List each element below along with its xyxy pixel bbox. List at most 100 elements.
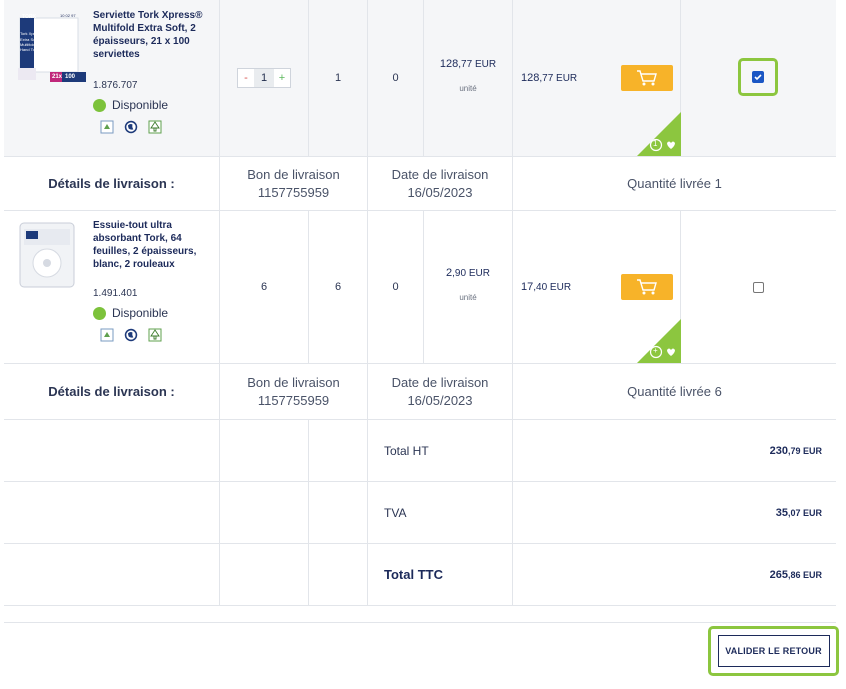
product-reference: 1.876.707 [93,80,138,91]
availability-label: Disponible [112,98,169,112]
unit-price-cell: 2,90 EUR unité [424,211,513,363]
empty-cell [220,544,309,605]
total-ht-value: 230,79 EUR [769,444,822,457]
delivery-bon-cell: Bon de livraison 1157755959 [220,157,368,210]
ordered-qty-cell: 1 [309,0,368,156]
availability-status: Disponible [93,306,168,320]
select-cell [681,211,836,363]
favorite-button[interactable]: 1 [637,112,681,156]
unit-price-cell: 128,77 EUR unité [424,0,513,156]
bon-number: 1157755959 [257,392,330,408]
total-ttc-label-cell: Total TTC [368,544,513,605]
quantity-value[interactable]: 1 [254,69,274,87]
certification-icons [100,120,162,134]
empty-cell [220,482,309,543]
favorite-button[interactable]: + [637,319,681,363]
quantity-cell: - 1 + [220,0,309,156]
bon-label: Bon de livraison [247,374,340,390]
quantity-cell: 6 [220,211,309,363]
delivery-label-cell: Détails de livraison : [4,364,220,419]
ordered-qty: 1 [334,72,342,84]
product-info-cell: TORK 10 02 97 Tork Xpress Extra Soft Mul… [4,0,220,156]
unit-label: unité [459,292,477,302]
select-checkbox[interactable] [752,71,764,83]
ordered-qty-cell: 6 [309,211,368,363]
total-ht-label: Total HT [384,443,429,458]
thumb-line: Tork Xpress [20,31,42,36]
date-label: Date de livraison [391,374,489,390]
empty-cell [220,420,309,481]
empty-cell [309,544,368,605]
product-image [19,222,75,288]
line-total: 128,77 EUR [521,72,578,84]
returned-qty: 0 [392,281,399,293]
line-total-cell: 17,40 EUR + [513,211,681,363]
total-ttc-label: Total TTC [384,567,443,582]
line-total-cell: 128,77 EUR 1 [513,0,681,156]
thumb-brand: TORK [22,14,37,20]
empty-cell [309,420,368,481]
delivery-details-label: Détails de livraison : [48,176,175,191]
bon-number: 1157755959 [257,184,330,200]
tva-label: TVA [384,505,407,520]
delivery-date-cell: Date de livraison 16/05/2023 [368,364,513,419]
date-value: 16/05/2023 [407,184,473,200]
product-reference: 1.491.401 [93,288,138,299]
availability-status: Disponible [93,98,168,112]
ordered-qty: 6 [334,281,342,293]
decrement-button[interactable]: - [238,69,254,87]
validate-return-button[interactable]: VALIDER LE RETOUR [717,635,830,667]
fsc-tree-icon [148,120,162,134]
thumb-count: 21x [52,74,63,80]
date-value: 16/05/2023 [407,392,473,408]
ecolabel-icon [100,328,114,342]
validate-return-highlight: VALIDER LE RETOUR [708,626,839,676]
total-ttc-value-cell: 265,86 EUR [513,544,836,605]
thumb-line: Hand Towel [20,47,41,52]
cart-icon [637,279,657,295]
globe-icon [124,328,138,342]
select-checkbox-highlight [738,58,778,96]
select-checkbox[interactable] [753,281,764,293]
fsc-tree-icon [148,328,162,342]
empty-cell [4,482,220,543]
total-ht-value-cell: 230,79 EUR [513,420,836,481]
thumb-count: 100 [65,74,76,80]
total-ttc-row: Total TTC 265,86 EUR [4,544,836,606]
delivery-label-cell: Détails de livraison : [4,157,220,210]
product-info-cell: Essuie-tout ultra absorbant Tork, 64 feu… [4,211,220,363]
quantity-value: 6 [260,281,268,293]
tva-label-cell: TVA [368,482,513,543]
product-name[interactable]: Serviette Tork Xpress® Multifold Extra S… [93,9,215,61]
increment-button[interactable]: + [274,69,290,87]
returned-qty-cell: 0 [368,211,424,363]
delivered-qty: Quantité livrée 1 [627,175,722,191]
table-footer-spacer [4,606,836,623]
delivery-details-row: Détails de livraison : Bon de livraison … [4,157,836,211]
favorite-count: + [653,346,658,355]
delivery-details-row: Détails de livraison : Bon de livraison … [4,364,836,420]
empty-cell [4,544,220,605]
unit-label: unité [459,83,477,93]
delivery-bon-cell: Bon de livraison 1157755959 [220,364,368,419]
bon-label: Bon de livraison [247,166,340,182]
delivery-details-label: Détails de livraison : [48,384,175,399]
delivered-qty-cell: Quantité livrée 6 [513,364,836,419]
table-row: TORK 10 02 97 Tork Xpress Extra Soft Mul… [4,0,836,157]
product-name[interactable]: Essuie-tout ultra absorbant Tork, 64 feu… [93,219,215,271]
select-cell [681,0,836,156]
returned-qty: 0 [392,72,399,84]
available-dot-icon [93,98,106,112]
empty-cell [309,482,368,543]
empty-cell [4,420,220,481]
quantity-stepper[interactable]: - 1 + [237,68,291,88]
add-to-cart-button[interactable] [621,274,673,300]
add-to-cart-button[interactable] [621,65,673,91]
date-label: Date de livraison [391,166,489,182]
total-ttc-value: 265,86 EUR [769,568,822,581]
delivered-qty-cell: Quantité livrée 1 [513,157,836,210]
thumb-code: 10 02 97 [60,13,76,18]
unit-price: 128,77 EUR [439,57,497,70]
returned-qty-cell: 0 [368,0,424,156]
cart-icon [637,70,657,86]
